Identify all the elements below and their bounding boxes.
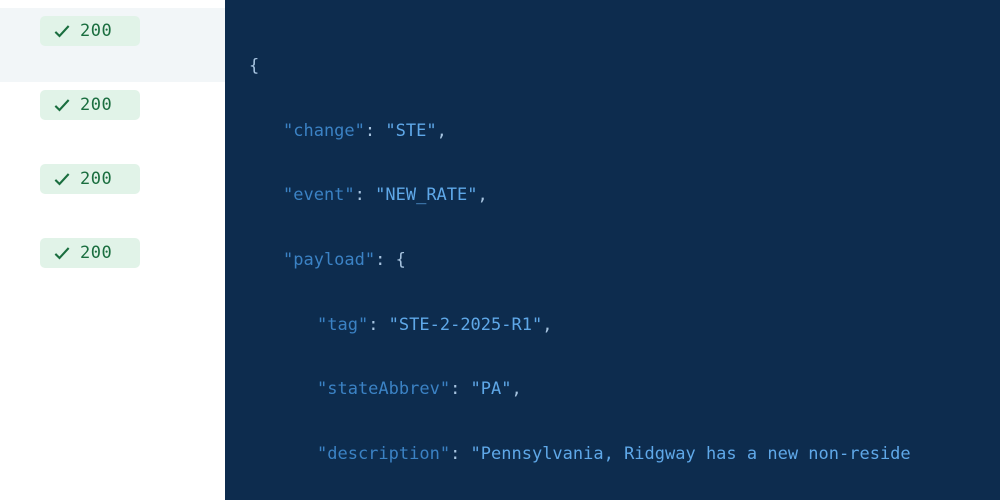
status-row[interactable]: 200 (0, 82, 225, 156)
status-code: 200 (80, 21, 112, 41)
status-pill: 200 (40, 16, 140, 46)
status-code: 200 (80, 95, 112, 115)
json-key: "event" (283, 185, 355, 205)
status-row[interactable]: 200 (0, 8, 225, 82)
status-pill: 200 (40, 164, 140, 194)
check-icon (52, 243, 72, 263)
code-panel: { "change": "STE", "event": "NEW_RATE", … (225, 0, 1000, 500)
json-key: "payload" (283, 250, 375, 270)
comma: , (512, 379, 522, 399)
status-row[interactable]: 200 (0, 156, 225, 230)
payload-open: : { (375, 250, 406, 270)
json-string: "STE-2-2025-R1" (389, 315, 543, 335)
colon: : (365, 121, 385, 141)
json-string: "Pennsylvania, Ridgway has a new non-res… (471, 444, 911, 464)
check-icon (52, 21, 72, 41)
colon: : (355, 185, 375, 205)
json-key: "change" (283, 121, 365, 141)
status-code: 200 (80, 243, 112, 263)
comma: , (437, 121, 447, 141)
json-key: "description" (317, 444, 450, 464)
status-pill: 200 (40, 238, 140, 268)
colon: : (450, 379, 470, 399)
check-icon (52, 95, 72, 115)
json-key: "tag" (317, 315, 368, 335)
json-key: "stateAbbrev" (317, 379, 450, 399)
status-code: 200 (80, 169, 112, 189)
status-row[interactable]: 200 (0, 230, 225, 304)
status-pill: 200 (40, 90, 140, 120)
json-string: "NEW_RATE" (375, 185, 477, 205)
comma: , (478, 185, 488, 205)
brace-open: { (249, 56, 259, 76)
colon: : (368, 315, 388, 335)
check-icon (52, 169, 72, 189)
sidebar: 200 200 200 200 (0, 0, 225, 500)
json-string: "STE" (385, 121, 436, 141)
comma: , (542, 315, 552, 335)
colon: : (450, 444, 470, 464)
json-string: "PA" (471, 379, 512, 399)
